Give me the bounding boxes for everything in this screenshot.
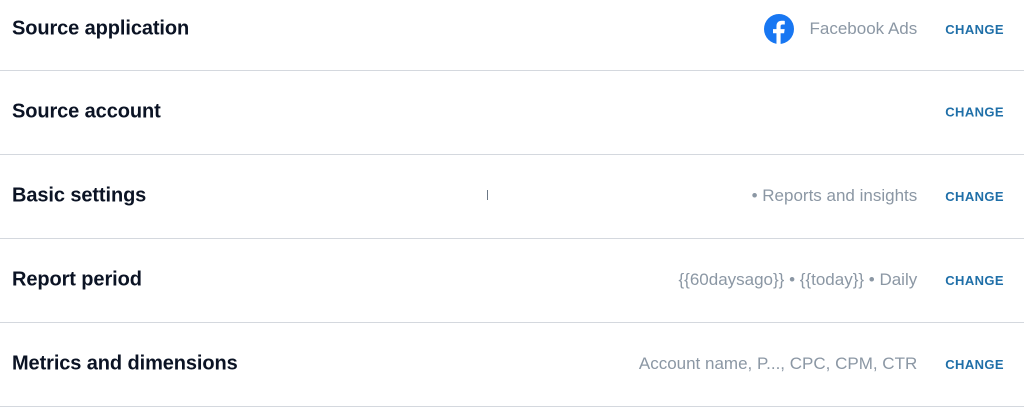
row-source-account: Source account CHANGE: [0, 71, 1024, 155]
source-app-name: Facebook Ads: [809, 19, 918, 38]
row-source-application: Source application Facebook Ads CHANGE: [0, 0, 1024, 71]
metrics-dimensions-summary: Account name, P..., CPC, CPM, CTR: [638, 354, 918, 373]
row-actions: Account name, P..., CPC, CPM, CTR CHANGE: [639, 354, 1004, 374]
row-label: Source account: [12, 100, 161, 123]
row-label: Metrics and dimensions: [12, 352, 238, 375]
row-label: Report period: [12, 268, 142, 291]
settings-list: Source application Facebook Ads CHANGE S…: [0, 0, 1024, 408]
row-actions: CHANGE: [945, 105, 1004, 120]
row-actions: Facebook Ads CHANGE: [763, 14, 1005, 44]
report-period-summary: {{60daysago}} • {{today}} • Daily: [678, 270, 918, 289]
facebook-icon: [763, 14, 794, 44]
row-label: Basic settings: [12, 184, 147, 207]
basic-settings-summary: • Reports and insights: [751, 186, 918, 205]
row-actions: • Reports and insights CHANGE: [752, 186, 1004, 206]
change-report-period-button[interactable]: CHANGE: [945, 273, 1004, 288]
row-actions: {{60daysago}} • {{today}} • Daily CHANGE: [678, 270, 1004, 290]
change-basic-settings-button[interactable]: CHANGE: [945, 189, 1004, 204]
row-report-period: Report period {{60daysago}} • {{today}} …: [0, 239, 1024, 323]
text-cursor: [487, 190, 488, 200]
change-source-account-button[interactable]: CHANGE: [945, 105, 1004, 120]
row-label: Source application: [12, 17, 190, 40]
change-source-application-button[interactable]: CHANGE: [945, 22, 1004, 37]
row-metrics-and-dimensions: Metrics and dimensions Account name, P..…: [0, 323, 1024, 407]
change-metrics-dimensions-button[interactable]: CHANGE: [945, 357, 1004, 372]
row-basic-settings: Basic settings • Reports and insights CH…: [0, 155, 1024, 239]
